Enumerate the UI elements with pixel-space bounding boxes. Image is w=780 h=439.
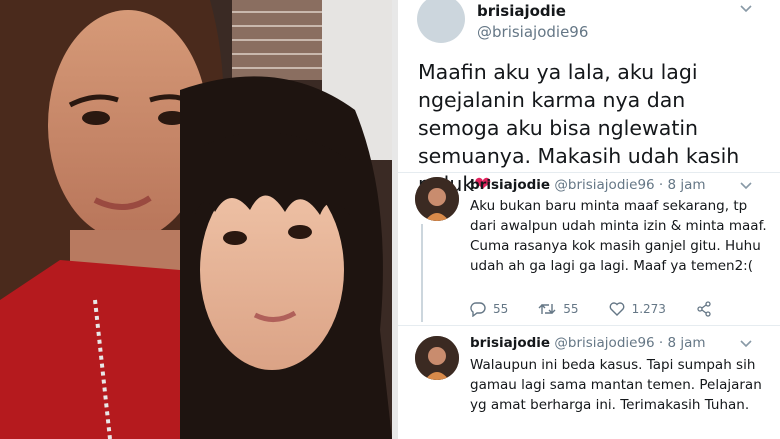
retweet-icon [538,304,556,314]
like-button[interactable]: 1.273 [609,302,666,316]
reply-header: brisiajodie @brisiajodie96 · 8 jam [470,177,706,193]
heart-icon [609,302,624,316]
share-icon [697,301,711,317]
selfie-photo [0,0,392,439]
reply-avatar[interactable] [415,177,459,221]
chevron-down-icon[interactable] [740,179,752,193]
reply-timestamp[interactable]: · 8 jam [659,335,706,351]
reply-author-handle[interactable]: @brisiajodie96 [554,177,654,193]
reply-count: 55 [493,302,509,316]
divider-line [398,325,780,326]
reply-button[interactable]: 55 [470,301,509,317]
thread-line [421,224,423,322]
tweet-actions: 55 55 1.273 [470,301,749,317]
author-name[interactable]: brisiajodie [477,1,566,20]
reply-author-name[interactable]: brisiajodie [470,177,550,193]
reply-avatar[interactable] [415,336,459,380]
retweet-button[interactable]: 55 [538,302,579,316]
reply-author-name[interactable]: brisiajodie [470,335,550,351]
reply-icon [470,301,486,317]
reply-header: brisiajodie @brisiajodie96 · 8 jam [470,335,706,351]
reply-text: Walaupun ini beda kasus. Tapi sumpah sih… [470,357,762,413]
reply-tweet[interactable]: brisiajodie @brisiajodie96 · 8 jam Aku b… [398,172,780,322]
like-count: 1.273 [631,302,666,316]
retweet-count: 55 [563,302,579,316]
reply-author-handle[interactable]: @brisiajodie96 [554,335,654,351]
reply-tweet[interactable]: brisiajodie @brisiajodie96 · 8 jam Walau… [398,330,780,439]
author-handle[interactable]: @brisiajodie96 [477,22,588,41]
reply-text: Aku bukan baru minta maaf sekarang, tp d… [470,198,767,274]
tweet-panel: brisiajodie @brisiajodie96 Maafin aku ya… [398,0,780,439]
chevron-down-icon[interactable] [740,337,752,351]
reply-timestamp[interactable]: · 8 jam [659,177,706,193]
chevron-down-icon[interactable] [740,2,752,16]
selfie-photo-illustration [0,0,392,439]
author-avatar[interactable] [417,0,465,43]
share-button[interactable] [696,301,719,317]
